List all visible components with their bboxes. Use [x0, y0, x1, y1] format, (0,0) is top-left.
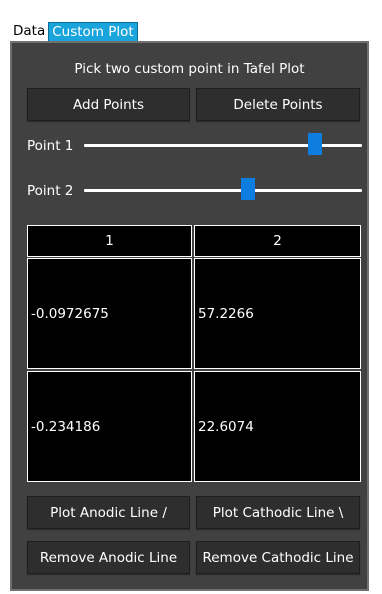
table-column-header: 1 — [27, 225, 192, 257]
point-2-slider-thumb[interactable] — [241, 178, 256, 200]
table-cell[interactable]: -0.0972675 — [27, 258, 192, 369]
tab-bar: Data Custom Plot — [10, 22, 138, 41]
delete-points-button[interactable]: Delete Points — [196, 88, 360, 121]
tab-custom-plot[interactable]: Custom Plot — [48, 22, 138, 41]
point-1-slider-thumb[interactable] — [307, 133, 322, 155]
add-points-button[interactable]: Add Points — [27, 88, 190, 121]
plot-cathodic-line-button[interactable]: Plot Cathodic Line \ — [196, 496, 360, 529]
point-1-label: Point 1 — [27, 138, 74, 154]
table-cell[interactable]: 57.2266 — [194, 258, 361, 369]
tab-data[interactable]: Data — [10, 22, 49, 41]
plot-anodic-line-button[interactable]: Plot Anodic Line / — [27, 496, 190, 529]
custom-plot-panel: Pick two custom point in Tafel Plot Add … — [10, 41, 369, 591]
table-cell[interactable]: 22.6074 — [194, 371, 361, 482]
point-2-slider-track[interactable] — [84, 189, 362, 192]
remove-cathodic-line-button[interactable]: Remove Cathodic Line — [196, 541, 360, 574]
table-cell[interactable]: -0.234186 — [27, 371, 192, 482]
point-2-label: Point 2 — [27, 183, 74, 199]
instruction-text: Pick two custom point in Tafel Plot — [74, 61, 305, 77]
table-column-header: 2 — [194, 225, 361, 257]
remove-anodic-line-button[interactable]: Remove Anodic Line — [27, 541, 190, 574]
